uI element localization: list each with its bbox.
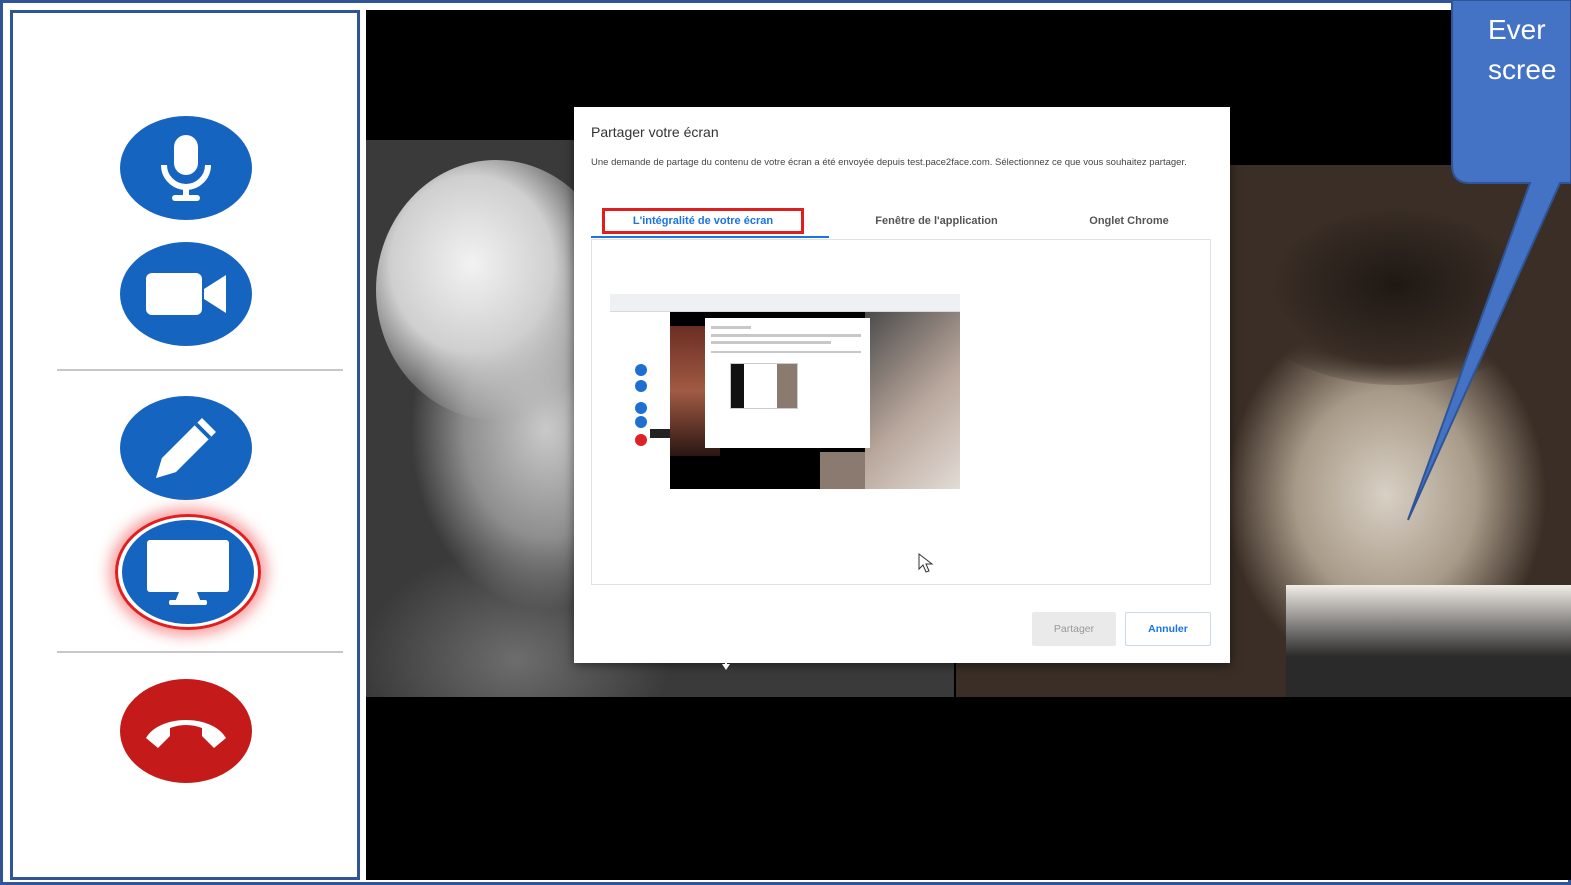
- mouse-pointer-icon: [918, 553, 934, 573]
- phone-hangup-icon: [146, 720, 226, 748]
- participant-photo: [1236, 185, 1556, 385]
- camera-button[interactable]: [120, 242, 252, 346]
- thumbnail-text-line: [711, 351, 861, 353]
- thumbnail-icon: [635, 380, 647, 392]
- sidebar-divider: [57, 651, 343, 653]
- sidebar-divider: [57, 369, 343, 371]
- tab-chrome-tab[interactable]: Onglet Chrome: [1064, 208, 1194, 234]
- tab-application-window[interactable]: Fenêtre de l'application: [844, 208, 1029, 234]
- cancel-button[interactable]: Annuler: [1125, 612, 1211, 646]
- share-screen-dialog: Partager votre écran Une demande de part…: [574, 107, 1230, 663]
- annotate-button[interactable]: [120, 396, 252, 500]
- participant-photo-detail: [1286, 585, 1571, 697]
- thumbnail-icon: [635, 402, 647, 414]
- thumbnail-video-bottom: [820, 452, 865, 489]
- dialog-title: Partager votre écran: [591, 124, 719, 140]
- microphone-icon: [161, 135, 211, 201]
- thumbnail-icon: [635, 434, 647, 446]
- thumbnail-text-line: [711, 326, 751, 329]
- thumbnail-icon: [635, 364, 647, 376]
- thumbnail-text-line: [711, 341, 831, 344]
- thumbnail-dialog: [705, 318, 870, 448]
- thumbnail-icon: [635, 416, 647, 428]
- call-controls-sidebar: [10, 10, 360, 880]
- video-camera-icon: [146, 273, 226, 315]
- thumbnail-video-right: [865, 312, 960, 489]
- screen-thumbnail[interactable]: [610, 294, 960, 489]
- thumbnail-mini-preview: [730, 363, 798, 409]
- move-cursor-icon: [710, 638, 742, 670]
- dialog-description: Une demande de partage du contenu de vot…: [591, 157, 1187, 168]
- callout-text: Ever scree: [1488, 10, 1556, 90]
- thumbnail-toolbar: [610, 294, 960, 312]
- microphone-button[interactable]: [120, 116, 252, 220]
- share-button[interactable]: Partager: [1032, 612, 1116, 646]
- tab-entire-screen[interactable]: L'intégralité de votre écran: [602, 208, 804, 234]
- callout-line: Ever: [1488, 14, 1546, 45]
- screen-share-button[interactable]: [122, 520, 254, 624]
- thumbnail-text-line: [711, 334, 861, 337]
- hang-up-button[interactable]: [120, 679, 252, 783]
- thumbnail-screen: [670, 312, 960, 489]
- selected-tab-indicator: [591, 236, 829, 238]
- callout-line: scree: [1488, 54, 1557, 85]
- pencil-icon: [156, 418, 216, 478]
- monitor-icon: [147, 540, 229, 605]
